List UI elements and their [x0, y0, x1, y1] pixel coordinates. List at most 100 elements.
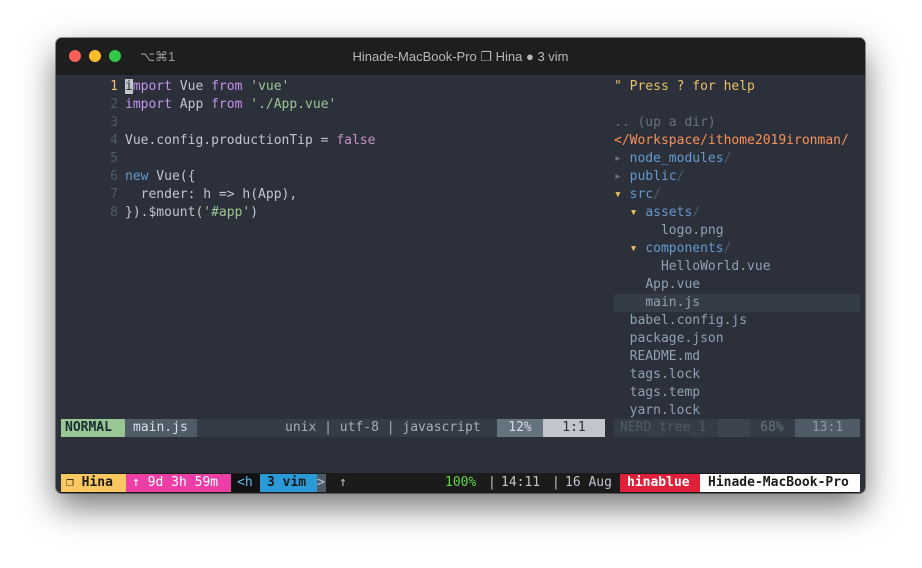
code-text: render: h => h(App), [125, 187, 298, 202]
tree-item-label: App.vue [645, 277, 701, 292]
tree-dir-node-modules[interactable]: ▸ node_modules/ [614, 150, 731, 168]
tree-item-label: public [629, 169, 677, 184]
keyword: import [125, 97, 172, 112]
line-number: 6 [110, 169, 118, 184]
tree-item-label: tags.lock [629, 367, 701, 382]
code-line-6[interactable]: new Vue({ [125, 168, 195, 186]
tree-item-label: components [645, 241, 724, 256]
tree-file-readme[interactable]: README.md [614, 348, 700, 366]
status-filename: main.js [125, 419, 197, 437]
tree-item-label: assets [645, 205, 693, 220]
keyword: new [125, 169, 149, 184]
status-cursor-position: 1:1 [543, 419, 605, 437]
window-title: Hinade-MacBook-Pro ❐ Hina ● 3 vim [352, 49, 569, 64]
terminal-content[interactable]: 1 2 3 4 5 6 7 8 import Vue from 'vue' im… [61, 78, 860, 493]
code-text: Vue.config.productionTip = [125, 133, 337, 148]
expanded-arrow-icon: ▾ [629, 241, 638, 256]
tree-file-helloworld-vue[interactable]: HelloWorld.vue [614, 258, 771, 276]
tmux-hostname: Hinade-MacBook-Pro [700, 474, 860, 492]
tree-file-tags-lock[interactable]: tags.lock [614, 366, 700, 384]
tree-file-logo-png[interactable]: logo.png [614, 222, 724, 240]
tree-file-yarn-lock[interactable]: yarn.lock [614, 402, 700, 420]
tree-file-main-js[interactable]: main.js [614, 294, 860, 312]
tree-file-babel-config[interactable]: babel.config.js [614, 312, 747, 330]
nerdtree-root[interactable]: </Workspace/ithome2019ironman/ [614, 132, 849, 150]
tree-dir-assets[interactable]: ▾ assets/ [614, 204, 700, 222]
code-text: ) [250, 205, 259, 220]
line-number: 5 [110, 151, 118, 166]
line-number: 1 [110, 79, 118, 94]
nerdtree-status-percent: 68% [749, 419, 795, 437]
tree-file-package-json[interactable]: package.json [614, 330, 724, 348]
nerdtree-help: " Press ? for help [614, 79, 755, 94]
tmux-session[interactable]: ❐ Hina [61, 474, 126, 492]
code-text: Vue({ [148, 169, 196, 184]
tree-dir-components[interactable]: ▾ components/ [614, 240, 732, 258]
keyword: from [211, 79, 243, 94]
nerdtree-status-name: NERD_tree_1 [614, 419, 718, 437]
code-text: App [171, 97, 212, 112]
keyword: mport [132, 79, 172, 94]
tree-item-label: HelloWorld.vue [660, 259, 771, 274]
battery-arrow-icon: ↑ [339, 475, 347, 490]
line-number: 4 [110, 133, 118, 148]
boolean-literal: false [336, 133, 376, 148]
tmux-window-separator: > [317, 474, 326, 492]
tmux-date: 16 Aug [565, 475, 612, 490]
string-literal: './App.vue' [250, 97, 337, 112]
nerdtree-status-position: 13:1 [795, 419, 860, 437]
line-number: 2 [110, 97, 118, 112]
tree-file-tags-temp[interactable]: tags.temp [614, 384, 700, 402]
tree-item-label: README.md [629, 349, 701, 364]
vim-statusline: NORMAL main.js unix | utf-8 | javascript… [61, 419, 860, 437]
dir-slash: / [653, 187, 661, 202]
tree-dir-src[interactable]: ▾ src/ [614, 186, 661, 204]
status-file-format: unix | utf-8 | javascript [285, 420, 481, 435]
status-separator: | [552, 475, 560, 490]
code-line-2[interactable]: import App from './App.vue' [125, 96, 336, 114]
string-literal: '#app' [203, 205, 251, 220]
tree-item-label: src [629, 187, 654, 202]
code-text: }).$mount( [125, 205, 204, 220]
mode-indicator: NORMAL [61, 419, 125, 437]
tree-dir-public[interactable]: ▸ public/ [614, 168, 684, 186]
battery-gauge [359, 474, 502, 492]
tree-file-app-vue[interactable]: App.vue [614, 276, 700, 294]
collapsed-arrow-icon: ▸ [614, 151, 622, 166]
line-number: 8 [110, 205, 118, 220]
tmux-window-tab[interactable]: 3 vim [260, 474, 317, 492]
dir-slash: / [723, 151, 732, 166]
tree-item-label: logo.png [660, 223, 724, 238]
battery-percent: 100% [445, 475, 477, 490]
tree-item-label: babel.config.js [629, 313, 748, 328]
string-literal: 'vue' [250, 79, 290, 94]
expanded-arrow-icon: ▾ [614, 187, 622, 202]
line-number: 7 [110, 187, 118, 202]
tmux-prefix: <h [231, 474, 260, 492]
code-line-7[interactable]: render: h => h(App), [125, 186, 298, 204]
dir-slash: / [692, 205, 701, 220]
tmux-uptime: ↑ 9d 3h 59m [126, 474, 231, 492]
tree-item-label: tags.temp [629, 385, 701, 400]
dir-slash: / [676, 169, 685, 184]
dir-slash: / [723, 241, 732, 256]
terminal-window: ⌥⌘1 Hinade-MacBook-Pro ❐ Hina ● 3 vim 1 … [56, 38, 865, 493]
code-line-1[interactable]: import Vue from 'vue' [125, 78, 289, 96]
text-cursor: i [125, 79, 133, 94]
tmux-status-bar: ❐ Hina ↑ 9d 3h 59m <h 3 vim > ↑ 100% | 1… [61, 473, 860, 493]
expanded-arrow-icon: ▾ [629, 205, 638, 220]
code-line-4[interactable]: Vue.config.productionTip = false [125, 132, 375, 150]
tree-item-label: package.json [629, 331, 724, 346]
tmux-time: 14:11 [501, 475, 541, 490]
tree-item-label: main.js [645, 295, 701, 310]
tree-item-label: yarn.lock [629, 403, 701, 418]
tmux-username: hinablue [620, 474, 700, 492]
code-text: Vue [171, 79, 212, 94]
tree-item-label: node_modules [629, 151, 724, 166]
collapsed-arrow-icon: ▸ [614, 169, 622, 184]
line-number: 3 [110, 115, 118, 130]
nerdtree-up-dir[interactable]: .. (up a dir) [614, 114, 716, 132]
title-bar: ⌥⌘1 Hinade-MacBook-Pro ❐ Hina ● 3 vim [56, 38, 865, 75]
keyword: from [211, 97, 243, 112]
code-line-8[interactable]: }).$mount('#app') [125, 204, 258, 222]
